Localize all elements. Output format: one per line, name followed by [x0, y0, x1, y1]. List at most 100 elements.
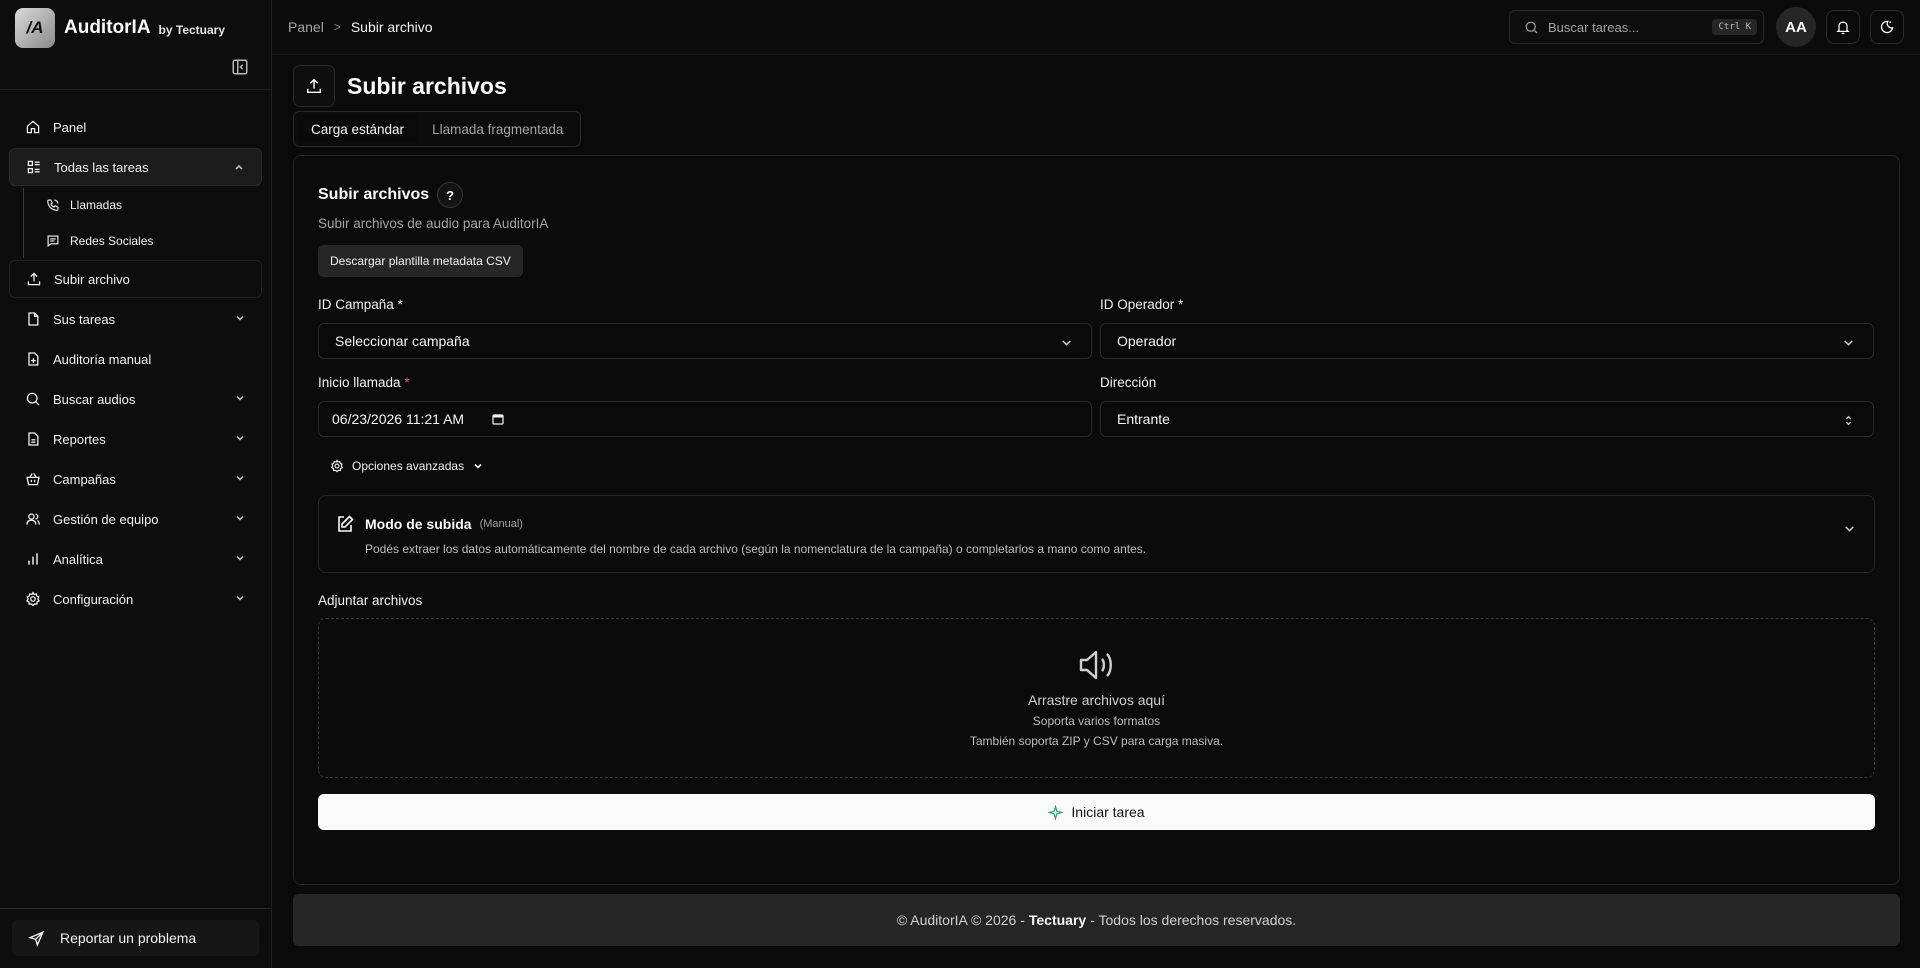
dropzone-formats: Soporta varios formatos: [1032, 714, 1161, 728]
sidebar-item-label: Auditoría manual: [53, 351, 152, 367]
sidebar-item-my-tasks[interactable]: Sus tareas: [9, 300, 262, 338]
upload-mode-panel[interactable]: Modo de subida (Manual) Podés extraer lo…: [318, 495, 1875, 573]
card-subtitle: Subir archivos de audio para AuditorIA: [318, 216, 549, 231]
logo: /A: [15, 8, 55, 48]
sidebar-item-label: Subir archivo: [54, 271, 130, 287]
chevron-down-icon: [236, 435, 244, 441]
sidebar-item-settings[interactable]: Configuración: [9, 580, 262, 618]
card-header: Subir archivos ?: [318, 182, 1875, 208]
gear-icon: [26, 591, 40, 607]
bar-chart-icon: [28, 553, 38, 565]
sidebar-item-all-tasks[interactable]: Todas las tareas: [9, 148, 262, 186]
upload-mode-header: Modo de subida (Manual): [335, 514, 1858, 534]
sidebar-item-label: Panel: [53, 119, 87, 135]
sidebar-item-label: Llamadas: [70, 198, 123, 212]
sidebar-item-social[interactable]: Redes Sociales: [34, 224, 271, 258]
basket-icon: [26, 473, 40, 486]
direction-field-group: Dirección Entrante: [1100, 375, 1874, 437]
sidebar-item-label: Reportes: [53, 431, 106, 447]
operator-label: ID Operador *: [1100, 297, 1184, 312]
avatar[interactable]: AA: [1776, 7, 1816, 47]
message-icon: [47, 235, 59, 248]
calendar-icon[interactable]: [492, 413, 504, 425]
call-start-value: 06/23/2026 11:21 AM: [332, 411, 465, 427]
sidebar-item-label: Redes Sociales: [70, 234, 154, 248]
breadcrumb-root[interactable]: Panel: [288, 19, 324, 35]
sidebar-item-panel[interactable]: Panel: [9, 108, 262, 146]
start-label-text: Inicio llamada: [318, 375, 401, 390]
file-dropzone[interactable]: Arrastre archivos aquí Soporta varios fo…: [318, 618, 1875, 778]
page-title-icon: [293, 65, 335, 107]
edit-icon: [338, 515, 354, 532]
sidebar-item-search-audio[interactable]: Buscar audios: [9, 380, 262, 418]
campaign-select[interactable]: Seleccionar campaña: [318, 323, 1092, 359]
attach-files-label: Adjuntar archivos: [318, 593, 423, 608]
report-problem-button[interactable]: Reportar un problema: [12, 920, 259, 956]
upload-card: Subir archivos ? Subir archivos de audio…: [293, 155, 1900, 885]
moon-icon: [1880, 20, 1894, 34]
file-plus-icon: [28, 352, 39, 366]
tab-standard-upload[interactable]: Carga estándar: [297, 115, 419, 143]
sidebar-submenu: Llamadas Redes Sociales: [23, 188, 271, 258]
sidebar-nav: Panel Todas las tareas Llamadas Redes So…: [0, 90, 271, 908]
sidebar-collapse-icon[interactable]: [231, 58, 249, 76]
start-label: Inicio llamada *: [318, 375, 1092, 390]
sidebar-item-label: Campañas: [53, 471, 116, 487]
home-icon: [26, 120, 40, 134]
direction-select-value: Entrante: [1117, 411, 1170, 427]
page-header: Subir archivos: [293, 65, 1900, 107]
start-task-button[interactable]: Iniciar tarea: [318, 794, 1875, 830]
operator-select[interactable]: Operador: [1100, 323, 1874, 359]
sidebar-item-manual-audit[interactable]: Auditoría manual: [9, 340, 262, 378]
chevron-down-icon[interactable]: [1843, 522, 1856, 535]
dropzone-title: Arrastre archivos aquí: [1028, 692, 1165, 708]
footer-prefix: © AuditorIA © 2026 -: [896, 912, 1025, 928]
sidebar-item-campaigns[interactable]: Campañas: [9, 460, 262, 498]
chevron-down-icon: [474, 463, 482, 469]
advanced-options-toggle[interactable]: Opciones avanzadas: [318, 459, 1875, 473]
chevron-down-icon: [236, 555, 244, 561]
notifications-button[interactable]: [1826, 10, 1860, 44]
sidebar-item-label: Todas las tareas: [54, 159, 149, 175]
upload-icon: [306, 78, 322, 94]
report-icon: [28, 432, 39, 446]
tab-fragmented-call[interactable]: Llamada fragmentada: [418, 115, 577, 143]
app-root: /A AuditorIA by Tectuary Panel Todas las…: [0, 0, 1920, 968]
chevron-down-icon: [236, 515, 244, 521]
start-task-label: Iniciar tarea: [1071, 804, 1145, 820]
required-mark: *: [404, 375, 410, 390]
sidebar-item-calls[interactable]: Llamadas: [34, 188, 271, 222]
breadcrumb: Panel > Subir archivo: [288, 19, 433, 35]
upload-icon: [27, 272, 41, 286]
direction-select[interactable]: Entrante: [1100, 401, 1874, 437]
send-icon: [28, 930, 45, 947]
direction-label: Dirección: [1100, 375, 1157, 390]
page-title: Subir archivos: [347, 72, 507, 99]
sidebar: /A AuditorIA by Tectuary Panel Todas las…: [0, 0, 272, 968]
theme-toggle-button[interactable]: [1870, 10, 1904, 44]
page-footer: © AuditorIA © 2026 - Tectuary - Todos lo…: [293, 894, 1900, 946]
help-button[interactable]: ?: [437, 182, 464, 208]
main: Panel > Subir archivo Buscar tareas... C…: [272, 0, 1920, 968]
sidebar-item-reports[interactable]: Reportes: [9, 420, 262, 458]
chevron-updown-icon: [1845, 415, 1852, 426]
operator-field-group: ID Operador * Operador: [1100, 297, 1874, 359]
gear-icon: [330, 459, 344, 473]
breadcrumb-current: Subir archivo: [350, 19, 433, 35]
sidebar-item-analytics[interactable]: Analítica: [9, 540, 262, 578]
sidebar-footer: Reportar un problema: [0, 908, 271, 968]
call-start-datetime-input[interactable]: 06/23/2026 11:21 AM: [318, 401, 1092, 437]
upload-mode-description: Podés extraer los datos automáticamente …: [365, 542, 1147, 556]
chevron-down-icon: [236, 475, 244, 481]
operator-select-value: Operador: [1117, 333, 1177, 349]
phone-icon: [47, 199, 59, 211]
download-template-button[interactable]: Descargar plantilla metadata CSV: [318, 245, 523, 277]
sidebar-item-upload[interactable]: Subir archivo: [9, 260, 262, 298]
sidebar-item-label: Analítica: [53, 551, 103, 567]
search-input[interactable]: Buscar tareas... Ctrl K: [1509, 10, 1764, 44]
bell-icon: [1836, 21, 1850, 35]
form-grid: ID Campaña * Seleccionar campaña ID Oper…: [318, 297, 1875, 437]
search-shortcut: Ctrl K: [1712, 19, 1757, 35]
sidebar-item-team[interactable]: Gestión de equipo: [9, 500, 262, 538]
content: Subir archivos Carga estándar Llamada fr…: [272, 55, 1920, 946]
